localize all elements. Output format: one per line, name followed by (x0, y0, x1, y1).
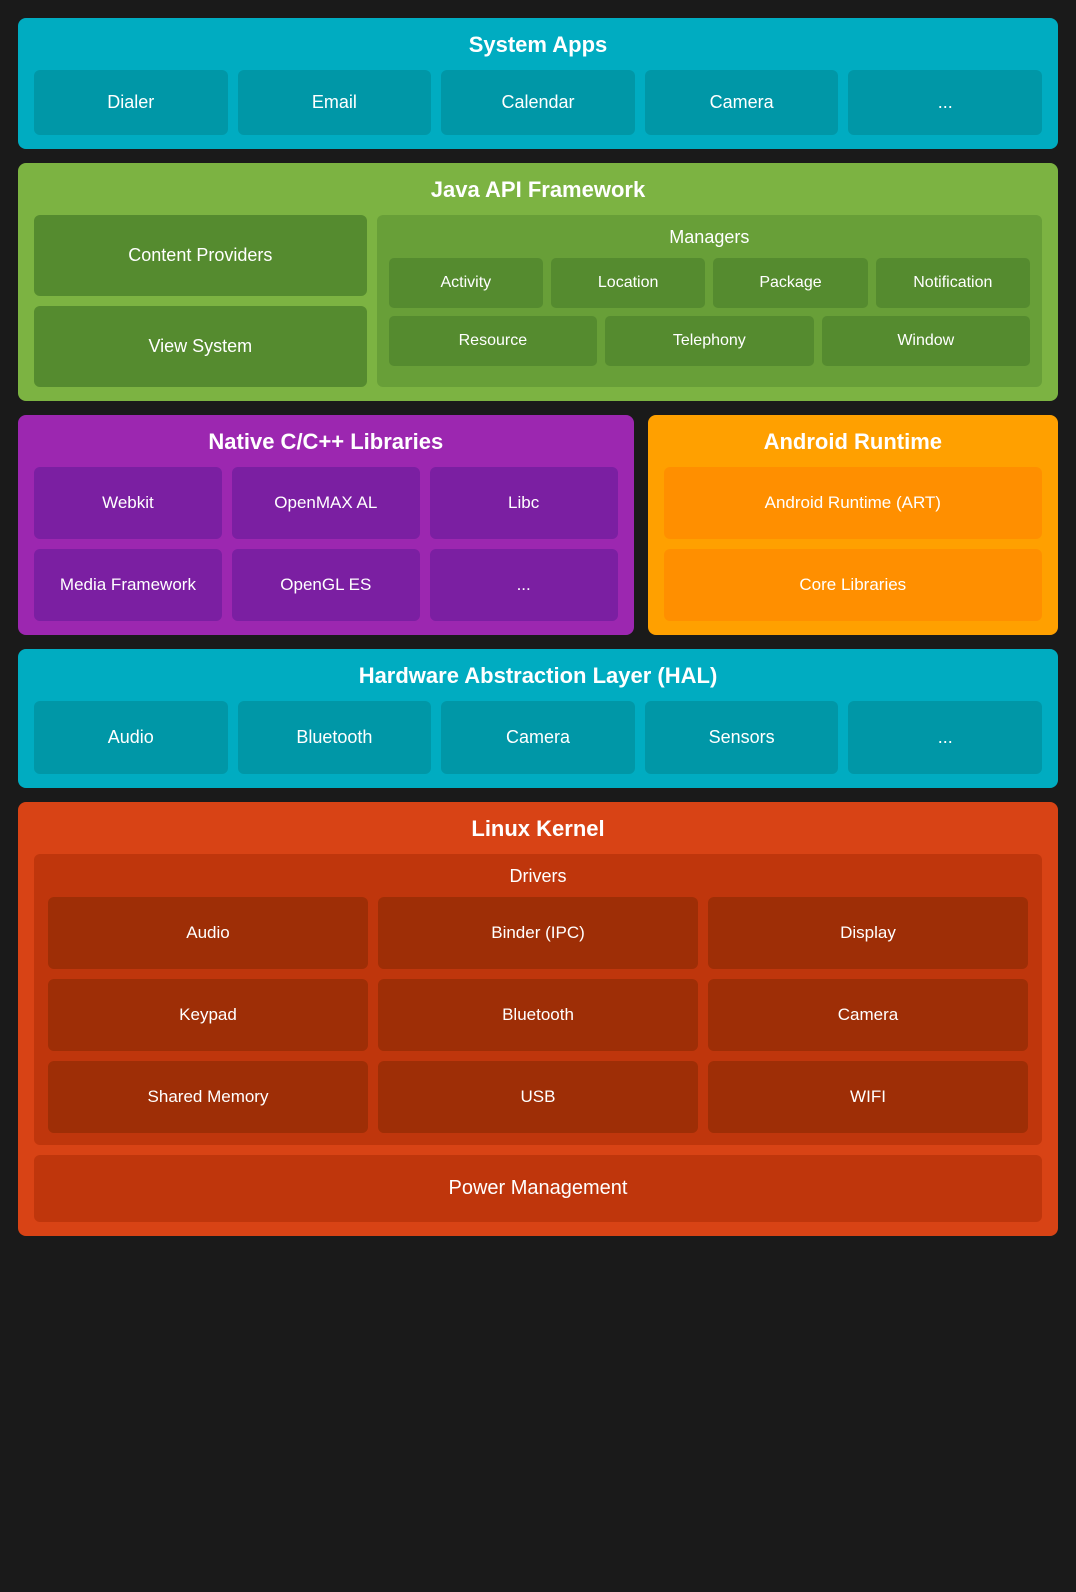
native-grid: WebkitOpenMAX ALLibc Media FrameworkOpenG… (34, 467, 618, 621)
managers-section: Managers ActivityLocationPackageNotifica… (377, 215, 1042, 387)
driver-box: Binder (IPC) (378, 897, 698, 969)
system-app-box: Dialer (34, 70, 228, 135)
system-app-box: ... (848, 70, 1042, 135)
linux-kernel-title: Linux Kernel (34, 816, 1042, 842)
driver-box: Bluetooth (378, 979, 698, 1051)
linux-kernel-layer: Linux Kernel Drivers AudioBinder (IPC)Di… (18, 802, 1058, 1236)
driver-box: USB (378, 1061, 698, 1133)
native-lib-box: Media Framework (34, 549, 222, 621)
hal-layer: Hardware Abstraction Layer (HAL) AudioBl… (18, 649, 1058, 788)
content-providers-box: Content Providers (34, 215, 367, 296)
hal-grid: AudioBluetoothCameraSensors... (34, 701, 1042, 774)
driver-box: Shared Memory (48, 1061, 368, 1133)
power-management: Power Management (34, 1155, 1042, 1222)
native-lib-box: OpenMAX AL (232, 467, 420, 539)
managers-title: Managers (389, 227, 1030, 248)
driver-box: Keypad (48, 979, 368, 1051)
driver-box: Camera (708, 979, 1028, 1051)
view-system-box: View System (34, 306, 367, 387)
manager-box: Notification (876, 258, 1030, 308)
middle-row: Native C/C++ Libraries WebkitOpenMAX ALL… (18, 415, 1058, 635)
java-api-layer: Java API Framework Content Providers Vie… (18, 163, 1058, 401)
hal-item-box: Audio (34, 701, 228, 774)
system-app-box: Calendar (441, 70, 635, 135)
runtime-item-box: Core Libraries (664, 549, 1042, 621)
hal-item-box: Camera (441, 701, 635, 774)
manager-box: Package (713, 258, 867, 308)
system-apps-grid: DialerEmailCalendarCamera... (34, 70, 1042, 135)
drivers-grid: AudioBinder (IPC)Display KeypadBluetoothC… (48, 897, 1028, 1133)
runtime-grid: Android Runtime (ART) Core Libraries (664, 467, 1042, 621)
system-apps-title: System Apps (34, 32, 1042, 58)
drivers-title: Drivers (48, 866, 1028, 887)
manager-box: Resource (389, 316, 597, 366)
manager-box: Window (822, 316, 1030, 366)
drivers-section: Drivers AudioBinder (IPC)Display KeypadBl… (34, 854, 1042, 1145)
managers-row-2: ResourceTelephonyWindow (389, 316, 1030, 366)
native-cpp-title: Native C/C++ Libraries (34, 429, 618, 455)
manager-box: Location (551, 258, 705, 308)
system-app-box: Email (238, 70, 432, 135)
driver-box: Display (708, 897, 1028, 969)
java-api-inner: Content Providers View System Managers A… (34, 215, 1042, 387)
java-api-left: Content Providers View System (34, 215, 367, 387)
hal-item-box: ... (848, 701, 1042, 774)
native-lib-box: OpenGL ES (232, 549, 420, 621)
managers-row-1: ActivityLocationPackageNotification (389, 258, 1030, 308)
native-lib-box: Libc (430, 467, 618, 539)
native-lib-box: Webkit (34, 467, 222, 539)
android-runtime-title: Android Runtime (664, 429, 1042, 455)
driver-box: Audio (48, 897, 368, 969)
system-apps-layer: System Apps DialerEmailCalendarCamera... (18, 18, 1058, 149)
hal-item-box: Sensors (645, 701, 839, 774)
driver-box: WIFI (708, 1061, 1028, 1133)
manager-box: Telephony (605, 316, 813, 366)
java-api-title: Java API Framework (34, 177, 1042, 203)
native-lib-box: ... (430, 549, 618, 621)
manager-box: Activity (389, 258, 543, 308)
native-cpp-layer: Native C/C++ Libraries WebkitOpenMAX ALL… (18, 415, 634, 635)
system-app-box: Camera (645, 70, 839, 135)
runtime-item-box: Android Runtime (ART) (664, 467, 1042, 539)
hal-item-box: Bluetooth (238, 701, 432, 774)
hal-title: Hardware Abstraction Layer (HAL) (34, 663, 1042, 689)
android-runtime-layer: Android Runtime Android Runtime (ART) Cor… (648, 415, 1058, 635)
